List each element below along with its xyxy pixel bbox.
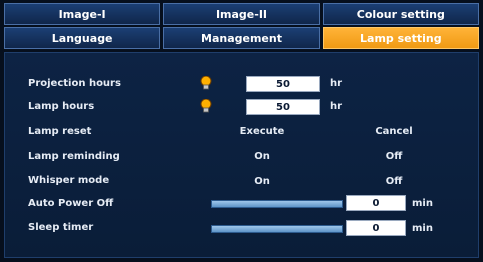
sleep-timer-unit: min	[412, 223, 433, 234]
sleep-timer-slider[interactable]	[211, 225, 343, 233]
lamp-hours-unit: hr	[330, 101, 343, 112]
lamp-reset-label: Lamp reset	[28, 126, 92, 137]
lamp-reminding-on-option[interactable]: On	[230, 151, 294, 162]
tab-management[interactable]: Management	[163, 27, 320, 49]
whisper-mode-label: Whisper mode	[28, 175, 110, 186]
lamp-bulb-icon	[200, 76, 212, 90]
projection-hours-unit: hr	[330, 78, 343, 89]
tab-row-main: Image-I Image-II Colour setting	[4, 3, 479, 25]
tab-image-1[interactable]: Image-I	[4, 3, 161, 25]
sleep-timer-label: Sleep timer	[28, 222, 94, 233]
lamp-hours-label: Lamp hours	[28, 101, 95, 112]
tab-lamp-setting[interactable]: Lamp setting	[322, 27, 479, 49]
tab-language[interactable]: Language	[4, 27, 161, 49]
auto-power-off-value: 0	[346, 195, 406, 211]
lamp-hours-value: 50	[246, 99, 320, 115]
sleep-timer-value: 0	[346, 220, 406, 236]
lamp-bulb-icon	[200, 99, 212, 113]
lamp-reminding-off-option[interactable]: Off	[362, 151, 426, 162]
tab-colour-setting[interactable]: Colour setting	[322, 3, 479, 25]
lamp-reset-execute-option[interactable]: Execute	[230, 126, 294, 137]
whisper-mode-on-option[interactable]: On	[230, 176, 294, 187]
auto-power-off-slider[interactable]	[211, 200, 343, 208]
auto-power-off-label: Auto Power Off	[28, 198, 114, 209]
lamp-reminding-label: Lamp reminding	[28, 151, 120, 162]
lamp-reset-cancel-option[interactable]: Cancel	[362, 126, 426, 137]
whisper-mode-off-option[interactable]: Off	[362, 176, 426, 187]
tab-image-2[interactable]: Image-II	[163, 3, 320, 25]
projection-hours-value: 50	[246, 76, 320, 92]
tab-row-sub: Language Management Lamp setting	[4, 27, 479, 49]
projection-hours-label: Projection hours	[28, 78, 121, 89]
auto-power-off-unit: min	[412, 198, 433, 209]
